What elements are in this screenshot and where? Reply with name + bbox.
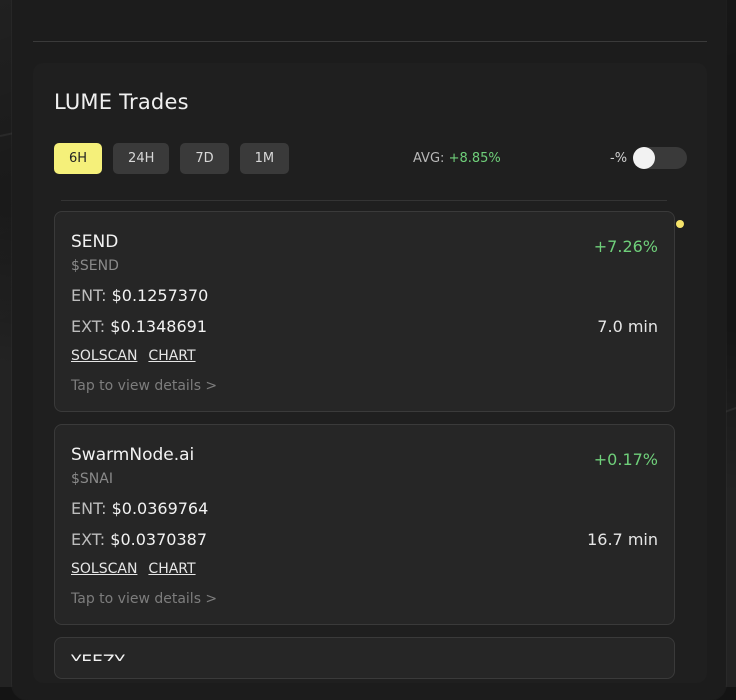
timeframe-tabs: 6H 24H 7D 1M <box>54 143 290 174</box>
trade-percent: +0.17% <box>593 450 658 469</box>
entry-price: $0.0369764 <box>111 499 209 518</box>
trades-card: LUME Trades 6H 24H 7D 1M AVG: +8.85% -% … <box>33 63 707 683</box>
trade-links: SOLSCAN CHART <box>71 561 196 577</box>
trade-card[interactable]: SEND $SEND +7.26% ENT: $0.1257370 EXT: $… <box>54 211 675 412</box>
view-details-link[interactable]: Tap to view details > <box>71 591 217 607</box>
percent-toggle[interactable] <box>633 147 688 169</box>
tab-6h[interactable]: 6H <box>54 143 103 174</box>
tab-24h[interactable]: 24H <box>113 143 170 174</box>
entry-price-row: ENT: $0.1257370 <box>71 286 208 305</box>
solscan-link[interactable]: SOLSCAN <box>71 348 137 364</box>
tab-1m[interactable]: 1M <box>239 143 290 174</box>
trade-symbol: $SEND <box>71 258 119 274</box>
entry-label: ENT: <box>71 499 107 518</box>
average-summary: AVG: +8.85% <box>413 151 501 166</box>
chart-link[interactable]: CHART <box>148 348 195 364</box>
toggle-knob <box>633 147 656 169</box>
exit-price: $0.1348691 <box>110 317 207 336</box>
trade-card[interactable]: SwarmNode.ai $SNAI +0.17% ENT: $0.036976… <box>54 424 675 625</box>
view-details-link[interactable]: Tap to view details > <box>71 378 217 394</box>
trade-duration: 7.0 min <box>597 317 658 336</box>
exit-label: EXT: <box>71 530 106 549</box>
exit-price-row: EXT: $0.1348691 <box>71 317 207 336</box>
trade-symbol: $SNAI <box>71 471 113 487</box>
exit-label: EXT: <box>71 317 106 336</box>
chart-link[interactable]: CHART <box>148 561 195 577</box>
exit-price: $0.0370387 <box>110 530 207 549</box>
scroll-indicator-dot <box>676 220 684 228</box>
percent-toggle-label: -% <box>610 150 628 166</box>
trade-links: SOLSCAN CHART <box>71 348 196 364</box>
top-divider <box>33 41 707 42</box>
tab-7d[interactable]: 7D <box>180 143 229 174</box>
list-divider <box>61 200 667 201</box>
trade-duration: 16.7 min <box>587 530 658 549</box>
entry-price-row: ENT: $0.0369764 <box>71 499 208 518</box>
entry-label: ENT: <box>71 286 107 305</box>
trade-name: YEEZY <box>71 652 125 672</box>
page-title: LUME Trades <box>54 90 189 114</box>
trade-card[interactable]: YEEZY <box>54 637 675 679</box>
trade-percent: +7.26% <box>593 237 658 256</box>
percent-toggle-group: -% <box>610 147 688 169</box>
avg-value: +8.85% <box>448 151 501 166</box>
trade-name: SEND <box>71 232 119 252</box>
avg-label: AVG: <box>413 151 445 166</box>
exit-price-row: EXT: $0.0370387 <box>71 530 207 549</box>
solscan-link[interactable]: SOLSCAN <box>71 561 137 577</box>
trade-list: SEND $SEND +7.26% ENT: $0.1257370 EXT: $… <box>54 211 675 683</box>
trade-name: SwarmNode.ai <box>71 445 195 465</box>
entry-price: $0.1257370 <box>111 286 209 305</box>
